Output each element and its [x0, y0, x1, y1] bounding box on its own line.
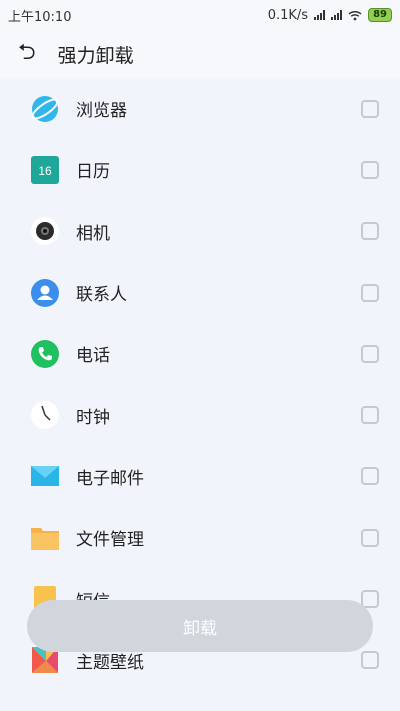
app-label: 浏览器 [76, 101, 127, 122]
folder-icon [30, 523, 60, 553]
list-item[interactable]: 电话 [0, 323, 400, 384]
title-bar: ⮌ 强力卸载 [0, 30, 400, 78]
email-icon [30, 461, 60, 491]
status-time: 上午10:10 [8, 9, 72, 25]
select-checkbox[interactable] [361, 222, 379, 241]
signal-icon-2 [331, 10, 343, 20]
app-label: 日历 [76, 162, 110, 183]
app-label: 电话 [76, 346, 110, 367]
wifi-icon [348, 10, 362, 20]
clock-icon [30, 400, 60, 430]
uninstall-button[interactable]: 卸载 [27, 600, 373, 652]
app-label: 相机 [76, 223, 110, 244]
select-checkbox[interactable] [361, 99, 379, 118]
list-item[interactable]: 文件管理 [0, 507, 400, 568]
select-checkbox[interactable] [361, 160, 379, 179]
signal-icon [314, 10, 326, 20]
phone-icon [30, 339, 60, 369]
app-label: 时钟 [76, 407, 110, 428]
select-checkbox[interactable] [361, 344, 379, 363]
camera-icon [30, 216, 60, 246]
select-checkbox[interactable] [361, 283, 379, 302]
list-item[interactable]: 电子邮件 [0, 446, 400, 507]
list-item[interactable]: 时钟 [0, 384, 400, 445]
app-label: 联系人 [76, 285, 127, 306]
browser-icon [30, 94, 60, 124]
page-title: 强力卸载 [57, 44, 134, 67]
list-item[interactable]: 浏览器 [0, 78, 400, 139]
select-checkbox[interactable] [361, 651, 379, 670]
network-speed: 0.1K/s [267, 7, 309, 23]
status-right: 0.1K/s 89 [268, 8, 392, 23]
app-label: 电子邮件 [76, 468, 144, 489]
back-icon[interactable]: ⮌ [18, 35, 36, 73]
select-checkbox[interactable] [361, 528, 379, 547]
calendar-icon: 16 [30, 155, 60, 185]
calendar-date: 16 [38, 164, 52, 178]
status-bar: 上午10:10 0.1K/s 89 [0, 0, 400, 30]
list-item[interactable]: 相机 [0, 201, 400, 262]
select-checkbox[interactable] [361, 406, 379, 425]
battery-indicator: 89 [368, 8, 392, 22]
list-item[interactable]: 联系人 [0, 262, 400, 323]
select-checkbox[interactable] [361, 467, 379, 486]
app-label: 文件管理 [76, 530, 144, 551]
list-item[interactable]: 16 日历 [0, 139, 400, 200]
contacts-icon [30, 278, 60, 308]
